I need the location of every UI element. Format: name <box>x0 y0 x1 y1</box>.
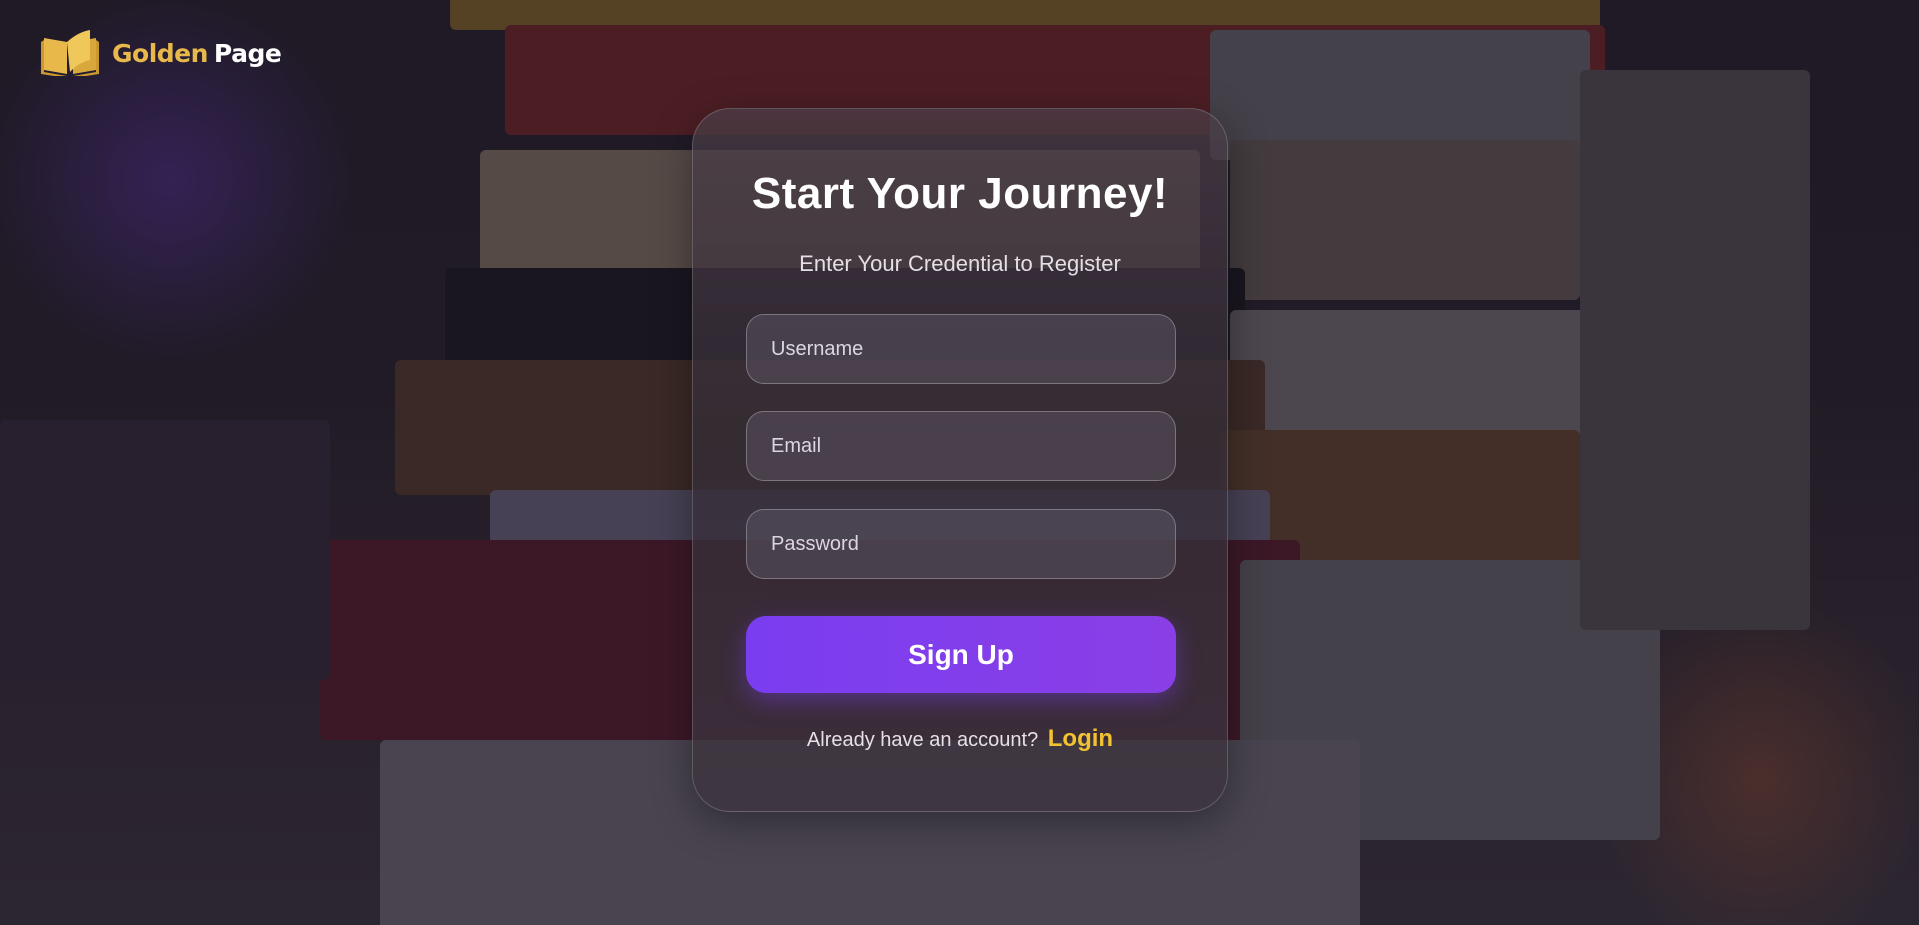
email-input[interactable] <box>746 411 1176 481</box>
brand-logo[interactable]: Golden Page <box>40 30 282 76</box>
form-title: Start Your Journey! <box>751 169 1169 218</box>
signup-card: Start Your Journey! Enter Your Credentia… <box>692 108 1228 812</box>
brand-name: Golden Page <box>112 38 282 68</box>
login-prompt-line: Already have an account? Login <box>693 725 1227 753</box>
signup-button[interactable]: Sign Up <box>746 616 1176 693</box>
login-prompt-text: Already have an account? <box>806 729 1039 751</box>
username-input[interactable] <box>746 314 1176 384</box>
form-subtitle: Enter Your Credential to Register <box>799 251 1121 276</box>
open-book-icon <box>40 30 100 76</box>
brand-name-part1: Golden <box>112 38 208 68</box>
brand-name-part2: Page <box>213 38 282 68</box>
login-link[interactable]: Login <box>1048 725 1113 752</box>
password-input[interactable] <box>746 509 1176 579</box>
